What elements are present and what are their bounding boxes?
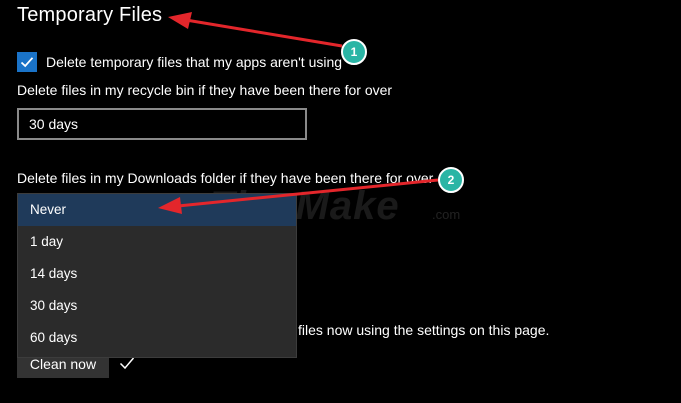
dropdown-option-14-days[interactable]: 14 days xyxy=(18,258,296,290)
recycle-bin-select[interactable]: 30 days xyxy=(17,108,307,140)
dropdown-option-60-days[interactable]: 60 days xyxy=(18,322,296,354)
annotation-badge-2: 2 xyxy=(438,167,464,193)
annotation-badge-1: 1 xyxy=(341,39,367,65)
recycle-bin-label: Delete files in my recycle bin if they h… xyxy=(17,82,393,98)
dropdown-option-never[interactable]: Never xyxy=(18,194,296,226)
dropdown-option-30-days[interactable]: 30 days xyxy=(18,290,296,322)
dropdown-option-1-day[interactable]: 1 day xyxy=(18,226,296,258)
arrow-1-icon xyxy=(168,12,343,48)
page-title: Temporary Files xyxy=(17,4,163,26)
watermark-suffix: .com xyxy=(432,207,461,222)
checkmark-icon xyxy=(20,57,34,68)
delete-temp-files-label: Delete temporary files that my apps aren… xyxy=(46,54,343,70)
downloads-dropdown[interactable]: Never 1 day 14 days 30 days 60 days xyxy=(17,193,297,358)
clean-description: files now using the settings on this pag… xyxy=(298,322,550,338)
storage-sense-page: Temporary Files Delete temporary files t… xyxy=(0,0,681,403)
delete-temp-files-row[interactable]: Delete temporary files that my apps aren… xyxy=(17,52,342,72)
delete-temp-files-checkbox[interactable] xyxy=(17,52,37,72)
